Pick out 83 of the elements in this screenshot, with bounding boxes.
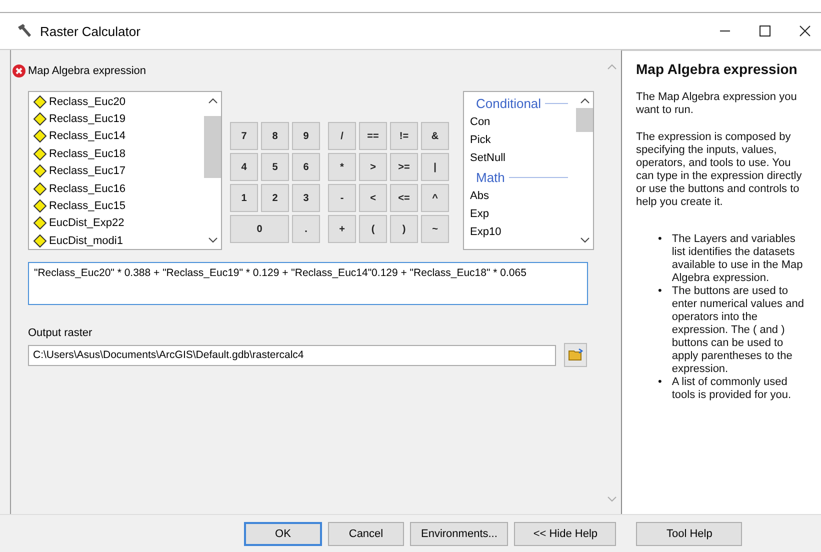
layer-icon xyxy=(33,146,47,161)
help-paragraph: The Map Algebra expression you want to run. xyxy=(636,91,798,117)
operator-button[interactable]: <= xyxy=(390,184,418,212)
layer-icon xyxy=(33,94,47,109)
operator-button[interactable]: * xyxy=(328,153,356,181)
tool-item[interactable]: Abs xyxy=(470,187,576,205)
layer-icon xyxy=(33,234,47,248)
layer-item[interactable]: Reclass_Euc14 xyxy=(49,130,126,142)
operator-button[interactable]: >= xyxy=(390,153,418,181)
operator-button[interactable]: ~ xyxy=(421,215,449,243)
operator-button[interactable]: - xyxy=(328,184,356,212)
dialog-button[interactable]: << Hide Help xyxy=(514,522,616,546)
dialog-button[interactable]: Cancel xyxy=(328,522,404,546)
layer-item[interactable]: EucDist_Exp22 xyxy=(49,217,124,230)
browse-button[interactable] xyxy=(564,343,587,367)
operator-button[interactable]: + xyxy=(328,215,356,243)
operator-button[interactable]: ^ xyxy=(421,184,449,212)
scroll-down-icon[interactable] xyxy=(208,237,218,243)
tool-item[interactable]: SetNull xyxy=(470,149,576,167)
operator-button[interactable]: ) xyxy=(390,215,418,243)
bullet-marker: • xyxy=(658,376,662,390)
expression-field[interactable]: "Reclass_Euc20" * 0.388 + "Reclass_Euc19" * 0.129 + "Reclass_Euc14"0.129 + "Reclass_Euc18" * 0.065 xyxy=(28,262,588,305)
layer-icon xyxy=(33,112,47,126)
hammer-icon xyxy=(16,22,34,40)
dialog-button[interactable]: Tool Help xyxy=(636,522,742,546)
help-bullet: A list of commonly used tools is provided for you. xyxy=(672,376,792,402)
operator-button[interactable]: == xyxy=(359,122,387,150)
scroll-up-icon[interactable] xyxy=(208,98,218,104)
key-button[interactable]: 4 xyxy=(230,153,258,181)
layer-item[interactable]: Reclass_Euc16 xyxy=(49,182,126,195)
category-header: Math xyxy=(476,170,505,184)
folder-icon xyxy=(568,348,584,362)
key-button[interactable]: 0 xyxy=(230,215,289,243)
key-button[interactable]: 8 xyxy=(261,122,289,150)
scroll-up-icon[interactable] xyxy=(580,98,590,104)
layer-item[interactable]: EucDist_modi1 xyxy=(49,234,123,247)
layer-icon xyxy=(33,216,47,230)
help-bullet: The Layers and variables list identifies the datasets available to use in the Map Algebra expression. xyxy=(672,233,804,285)
layer-item[interactable]: Reclass_Euc20 xyxy=(49,96,126,108)
tool-item[interactable]: Pick xyxy=(470,131,576,149)
close-button[interactable] xyxy=(799,25,811,37)
key-button[interactable]: . xyxy=(292,215,320,243)
operator-button[interactable]: ( xyxy=(359,215,387,243)
parameter-label: Map Algebra expression xyxy=(28,65,146,77)
operator-button[interactable]: & xyxy=(421,122,449,150)
help-bullet: The buttons are used to enter numerical values and operators into the expression. The ( and ) buttons can be used to apply parentheses to the expression. xyxy=(672,285,805,376)
scroll-thumb[interactable] xyxy=(576,108,593,132)
key-button[interactable]: 9 xyxy=(292,122,320,150)
scroll-down-icon[interactable] xyxy=(580,237,590,243)
dialog-button[interactable]: OK xyxy=(244,522,322,546)
layer-item[interactable]: Reclass_Euc17 xyxy=(49,165,126,178)
tool-item[interactable]: Exp xyxy=(470,205,576,223)
tool-item[interactable]: Exp10 xyxy=(470,223,576,241)
maximize-button[interactable] xyxy=(759,25,771,37)
help-paragraph: The expression is composed by specifying the inputs, values, operators, and tools to use. You can type in the expression directly or use the buttons and controls to help you create it. xyxy=(636,131,803,209)
window-title: Raster Calculator xyxy=(40,24,140,38)
layer-item[interactable]: Reclass_Euc19 xyxy=(49,113,126,126)
operator-button[interactable]: != xyxy=(390,122,418,150)
help-title: Map Algebra expression xyxy=(636,61,798,77)
operator-button[interactable]: < xyxy=(359,184,387,212)
dialog-button[interactable]: Environments... xyxy=(410,522,508,546)
key-button[interactable]: 5 xyxy=(261,153,289,181)
bullet-marker: • xyxy=(658,233,662,247)
layer-icon xyxy=(33,129,47,144)
key-button[interactable]: 3 xyxy=(292,184,320,212)
layer-item[interactable]: Reclass_Euc18 xyxy=(49,148,126,160)
layer-item[interactable]: Reclass_Euc15 xyxy=(49,200,126,212)
output-field[interactable]: C:\Users\Asus\Documents\ArcGIS\Default.gdb\rastercalc4 xyxy=(28,344,556,366)
operator-button[interactable]: | xyxy=(421,153,449,181)
category-header: Conditional xyxy=(476,96,542,110)
key-button[interactable]: 7 xyxy=(230,122,258,150)
key-button[interactable]: 2 xyxy=(261,184,289,212)
layer-icon xyxy=(33,199,47,214)
tool-item[interactable]: Con xyxy=(470,113,576,131)
operator-button[interactable]: > xyxy=(359,153,387,181)
scroll-thumb[interactable] xyxy=(204,116,221,178)
layer-icon xyxy=(33,164,47,178)
bullet-marker: • xyxy=(658,285,662,299)
operator-button[interactable]: / xyxy=(328,122,356,150)
output-label: Output raster xyxy=(28,327,94,339)
key-button[interactable]: 1 xyxy=(230,184,258,212)
layer-icon xyxy=(33,182,47,196)
key-button[interactable]: 6 xyxy=(292,153,320,181)
